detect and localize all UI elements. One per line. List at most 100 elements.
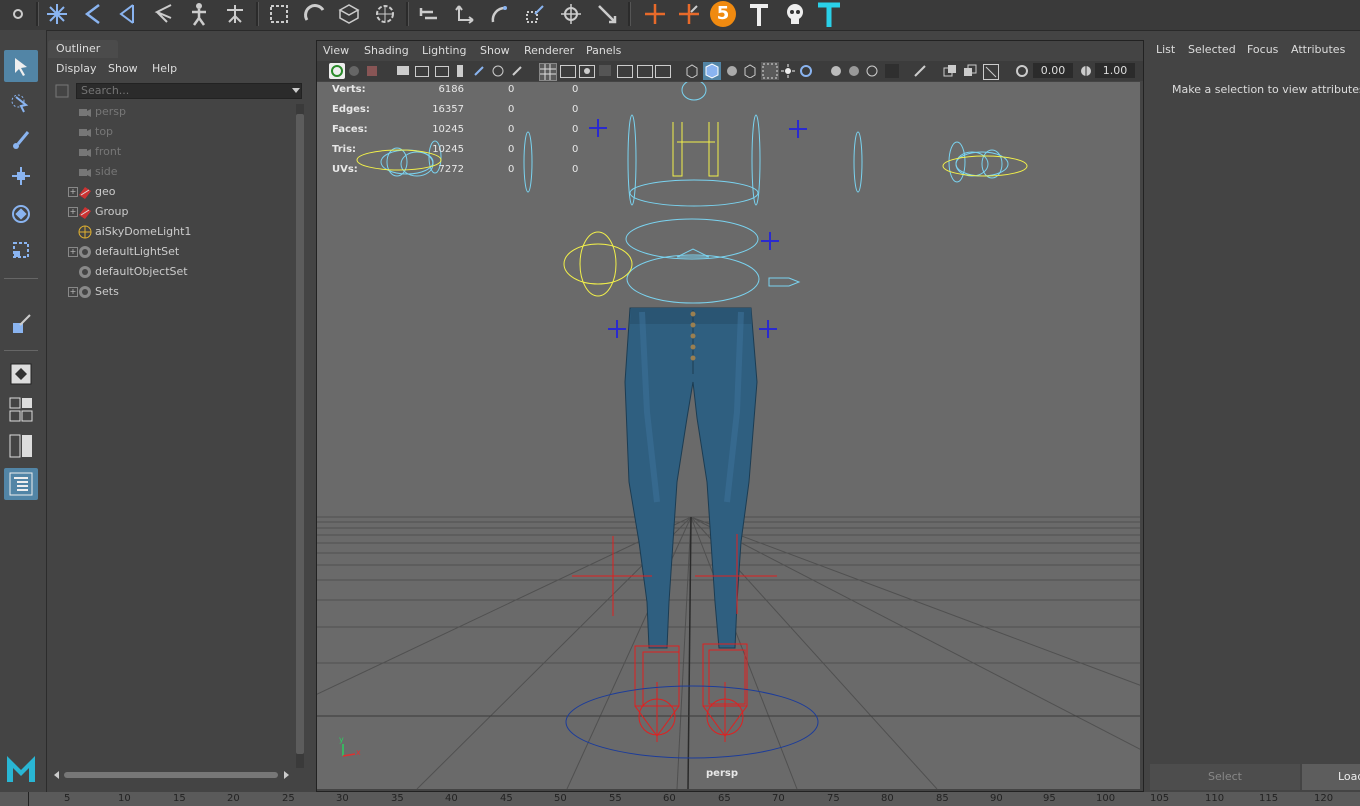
wireframe-grid-icon[interactable] xyxy=(539,63,557,81)
menu-panels[interactable]: Panels xyxy=(586,44,621,57)
attr-tab-focus[interactable]: Focus xyxy=(1247,43,1278,56)
constraint-aim-icon[interactable] xyxy=(556,0,586,28)
xray-icon[interactable] xyxy=(761,62,779,80)
search-dropdown-icon[interactable] xyxy=(292,88,300,93)
constraint-scale-icon[interactable] xyxy=(520,0,550,28)
field-chart-icon[interactable] xyxy=(491,65,505,77)
menu-shading[interactable]: Shading xyxy=(364,44,409,57)
menu-show[interactable]: Show xyxy=(480,44,510,57)
shaded-cube-icon[interactable] xyxy=(703,62,721,80)
film-gate-icon[interactable] xyxy=(435,66,449,77)
constraint-point-icon[interactable] xyxy=(450,0,480,28)
select-camera-icon[interactable] xyxy=(329,63,345,79)
expand-icon[interactable]: + xyxy=(68,287,78,297)
locator-icon[interactable] xyxy=(640,0,670,28)
isolate-select-icon[interactable] xyxy=(799,64,813,78)
image-plane-icon[interactable] xyxy=(397,66,409,75)
copy-camera-icon[interactable] xyxy=(963,64,977,78)
resolution-gate-icon[interactable] xyxy=(457,65,463,77)
gamma-icon[interactable] xyxy=(1079,64,1093,78)
four-view-icon[interactable] xyxy=(4,394,38,426)
rotate-tool-icon[interactable] xyxy=(4,198,38,230)
skull-icon[interactable] xyxy=(780,0,810,28)
skeleton-icon[interactable] xyxy=(220,0,250,28)
select-button[interactable]: Select xyxy=(1150,764,1300,790)
frame-icon[interactable] xyxy=(983,64,999,80)
scale-tool-icon[interactable] xyxy=(4,234,38,266)
hscroll-thumb[interactable] xyxy=(64,772,278,778)
viewport-canvas[interactable]: Verts: Edges: Faces: Tris: UVs: 6186 163… xyxy=(317,82,1140,789)
constraint-orient-icon[interactable] xyxy=(484,0,514,28)
timeline-ruler[interactable]: 5 10 15 20 25 30 35 40 45 50 55 60 65 70… xyxy=(0,792,1360,806)
shelf-settings-icon[interactable] xyxy=(8,0,28,28)
exposure-icon[interactable] xyxy=(1015,64,1029,78)
camera-attributes-icon[interactable] xyxy=(349,66,359,76)
attr-tab-attributes[interactable]: Attributes xyxy=(1291,43,1345,56)
menu-display[interactable]: Display xyxy=(56,60,97,78)
blendshape-icon[interactable] xyxy=(370,0,400,28)
ambient-occlusion-icon[interactable] xyxy=(637,65,653,78)
multisample-icon[interactable] xyxy=(847,64,861,78)
gate-mask-icon[interactable] xyxy=(473,65,485,77)
load-button[interactable]: Load xyxy=(1302,764,1360,790)
paint-select-icon[interactable] xyxy=(4,124,38,156)
menu-show[interactable]: Show xyxy=(108,60,138,78)
outliner-search-input[interactable] xyxy=(76,83,302,99)
cluster-icon[interactable] xyxy=(334,0,364,28)
attr-tab-selected[interactable]: Selected xyxy=(1188,43,1236,56)
t-pose-icon[interactable] xyxy=(744,0,774,28)
wireframe-cube-icon[interactable] xyxy=(685,64,699,79)
ssao-icon[interactable] xyxy=(829,64,843,78)
depth-of-field-icon[interactable] xyxy=(865,64,879,78)
motion-blur-icon[interactable] xyxy=(655,65,671,78)
ik-handle-icon[interactable] xyxy=(78,0,108,28)
menu-help[interactable]: Help xyxy=(152,60,177,78)
gamma-field[interactable]: 1.00 xyxy=(1095,63,1135,78)
scroll-right-icon[interactable] xyxy=(284,771,289,779)
outliner-layout-icon[interactable] xyxy=(4,468,38,500)
expand-icon[interactable]: + xyxy=(68,187,78,197)
menu-view[interactable]: View xyxy=(323,44,349,57)
hud-toggle-icon[interactable] xyxy=(885,64,899,78)
attr-tab-list[interactable]: List xyxy=(1156,43,1175,56)
two-view-icon[interactable] xyxy=(4,430,38,462)
outliner-vscrollbar[interactable] xyxy=(296,104,304,768)
bind-skin-icon[interactable] xyxy=(148,0,178,28)
lights-icon[interactable] xyxy=(781,64,795,78)
scroll-left-icon[interactable] xyxy=(54,771,59,779)
exposure-field[interactable]: 0.00 xyxy=(1033,63,1073,78)
move-tool-icon[interactable] xyxy=(4,160,38,192)
t-pose-cyan-icon[interactable] xyxy=(814,0,844,28)
expand-icon[interactable]: + xyxy=(68,247,78,257)
grid-toggle-icon[interactable] xyxy=(415,66,429,77)
last-tool-icon[interactable] xyxy=(4,308,38,340)
lattice-icon[interactable] xyxy=(264,0,294,28)
outliner-title[interactable]: Outliner xyxy=(48,40,118,58)
vscroll-thumb[interactable] xyxy=(296,114,304,754)
menu-renderer[interactable]: Renderer xyxy=(524,44,574,57)
smooth-shade-icon[interactable] xyxy=(560,65,576,78)
joint-tool-icon[interactable] xyxy=(42,0,72,28)
humanik-icon[interactable] xyxy=(184,0,214,28)
safe-action-icon[interactable] xyxy=(511,65,523,77)
badge-five-icon[interactable]: 5 xyxy=(708,0,738,28)
select-tool-icon[interactable] xyxy=(4,50,38,82)
constraint-pole-icon[interactable] xyxy=(592,0,622,28)
outliner-hscrollbar[interactable] xyxy=(54,770,290,780)
textured-icon[interactable] xyxy=(579,65,595,78)
ik-spline-icon[interactable] xyxy=(112,0,142,28)
expand-icon[interactable]: + xyxy=(68,207,78,217)
time-cursor[interactable] xyxy=(28,792,29,806)
camera-icon[interactable] xyxy=(943,64,957,78)
bounding-box-icon[interactable] xyxy=(743,64,757,79)
shadows-icon[interactable] xyxy=(617,65,633,78)
joint-orient-icon[interactable] xyxy=(674,0,704,28)
wrap-icon[interactable] xyxy=(300,0,330,28)
use-lights-icon[interactable] xyxy=(599,65,611,76)
single-view-icon[interactable] xyxy=(4,358,38,390)
constraint-parent-icon[interactable] xyxy=(414,0,444,28)
bookmarks-icon[interactable] xyxy=(367,66,377,76)
menu-lighting[interactable]: Lighting xyxy=(422,44,466,57)
outliner-filter-icon[interactable] xyxy=(54,83,70,99)
lasso-tool-icon[interactable] xyxy=(4,88,38,120)
